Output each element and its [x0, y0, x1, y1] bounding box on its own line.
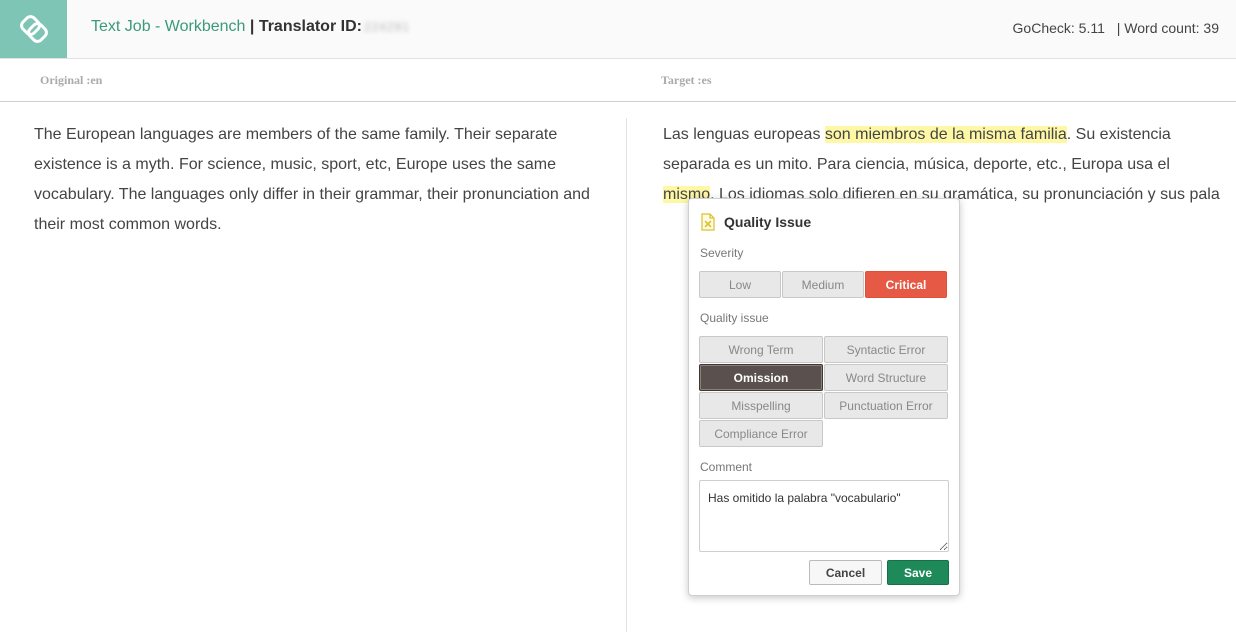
- document-x-icon: [701, 213, 715, 231]
- popup-title: Quality Issue: [701, 213, 811, 231]
- issue-word-structure-button[interactable]: Word Structure: [824, 364, 948, 391]
- quality-issue-popup: Quality Issue Severity Low Medium Critic…: [688, 198, 960, 596]
- source-text: The European languages are members of th…: [34, 126, 590, 233]
- issue-wrong-term-button[interactable]: Wrong Term: [699, 336, 823, 363]
- language-bar: Original :en Target :es: [0, 59, 1236, 102]
- comment-field[interactable]: Has omitido la palabra "vocabulario": [699, 480, 949, 552]
- issue-punctuation-error-button[interactable]: Punctuation Error: [824, 392, 948, 419]
- header-stats: GoCheck: 5.11 | Word count: 39: [1013, 20, 1219, 36]
- title-separator: |: [245, 18, 259, 35]
- gocheck-score: GoCheck: 5.11: [1012, 20, 1105, 36]
- popup-title-text: Quality Issue: [724, 214, 812, 230]
- severity-label: Severity: [700, 246, 744, 260]
- issue-misspelling-button[interactable]: Misspelling: [699, 392, 823, 419]
- app-logo-icon: [19, 15, 48, 43]
- header-title: Text Job - Workbench | Translator ID: 224…: [91, 18, 410, 36]
- severity-medium-button[interactable]: Medium: [782, 271, 864, 298]
- target-text[interactable]: Las lenguas europeas son miembros de la …: [663, 120, 1223, 210]
- top-header: Text Job - Workbench | Translator ID: 224…: [0, 0, 1236, 59]
- target-language-label: Target :es: [661, 73, 712, 87]
- severity-low-button[interactable]: Low: [699, 271, 781, 298]
- word-count: | Word count: 39: [1116, 20, 1219, 36]
- column-divider: [626, 118, 627, 632]
- job-title[interactable]: Text Job - Workbench: [91, 18, 245, 35]
- severity-options: Low Medium Critical: [699, 271, 947, 298]
- severity-critical-button[interactable]: Critical: [865, 271, 947, 298]
- comment-label: Comment: [700, 460, 753, 474]
- issue-highlight[interactable]: son miembros de la misma familia: [824, 126, 1067, 143]
- app-logo[interactable]: [0, 0, 67, 58]
- original-language-label: Original :en: [40, 73, 103, 87]
- quality-issue-label: Quality issue: [700, 311, 769, 325]
- cancel-button[interactable]: Cancel: [809, 560, 882, 585]
- translator-id-label: Translator ID:: [258, 18, 362, 35]
- issue-syntactic-error-button[interactable]: Syntactic Error: [824, 336, 948, 363]
- target-text-part: Las lenguas europeas: [663, 126, 825, 143]
- issue-compliance-error-button[interactable]: Compliance Error: [699, 420, 823, 447]
- translator-id-value: 224291: [363, 20, 410, 34]
- issue-omission-button[interactable]: Omission: [699, 364, 823, 391]
- save-button[interactable]: Save: [887, 560, 949, 585]
